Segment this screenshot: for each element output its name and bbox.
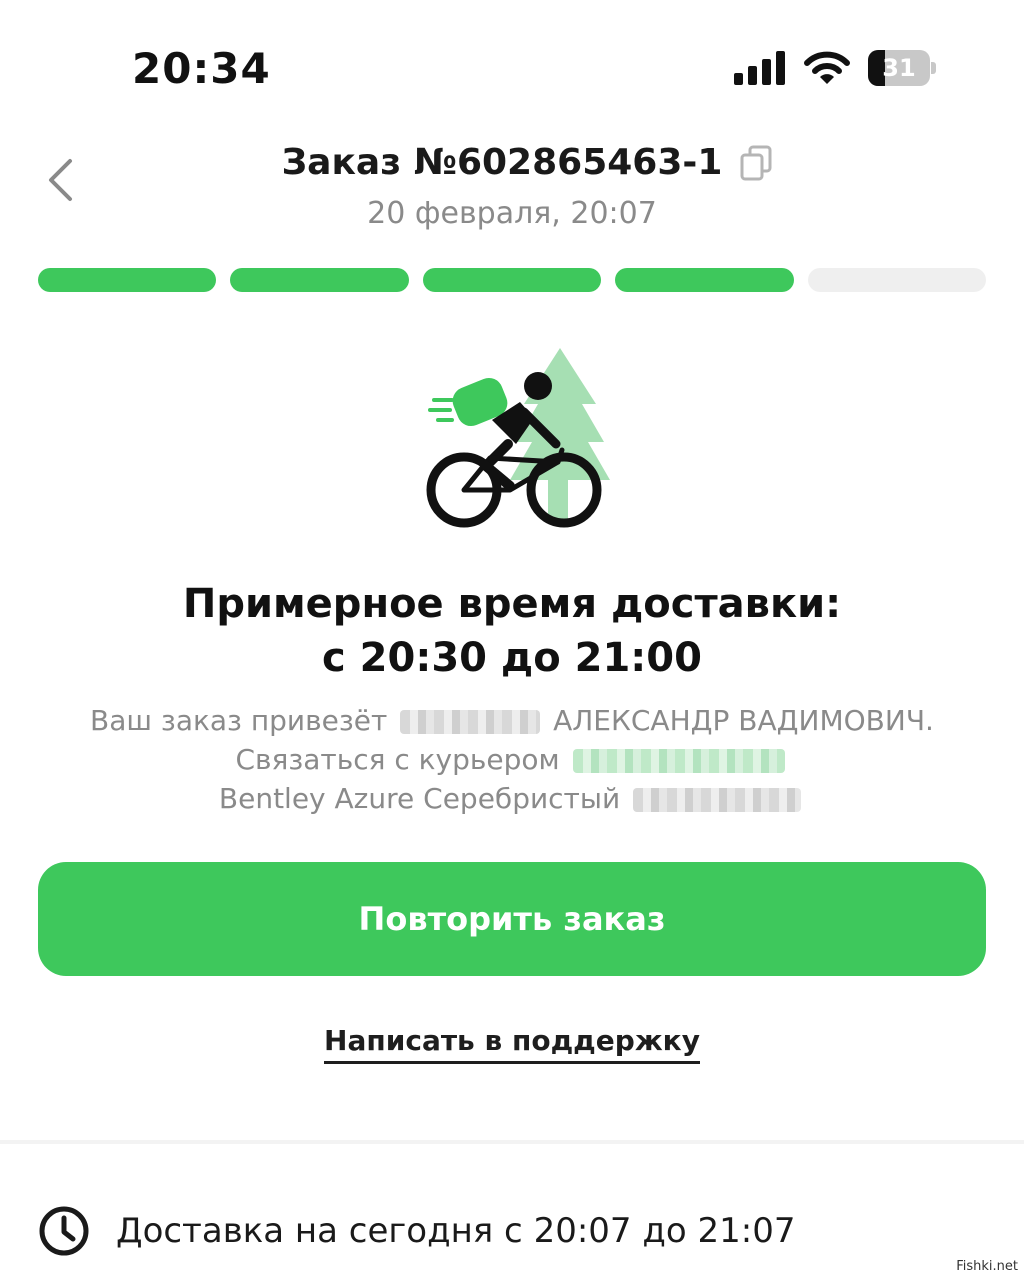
progress-step-1 — [38, 268, 217, 292]
eta-title: Примерное время доставки: — [182, 581, 842, 627]
redacted-plate — [633, 788, 802, 812]
watermark: Fishki.net — [956, 1259, 1018, 1274]
order-title: Заказ №602865463-1 — [281, 142, 723, 183]
progress-step-4 — [615, 268, 794, 292]
status-bar: 20:34 31 — [0, 0, 1024, 120]
redacted-surname — [400, 710, 541, 734]
courier-vehicle-line: Bentley Azure Серебристый — [0, 780, 1024, 818]
battery-level: 31 — [882, 54, 916, 82]
courier-name-line: Ваш заказ привезёт АЛЕКСАНДР ВАДИМОВИЧ. — [0, 702, 1024, 740]
progress-step-5 — [807, 268, 987, 292]
eta-range: с 20:30 до 21:00 — [322, 635, 702, 681]
order-progress-bar — [38, 268, 987, 292]
wifi-icon — [804, 51, 850, 84]
courier-bicycle-icon — [426, 348, 610, 528]
repeat-order-button[interactable]: Повторить заказ — [38, 862, 986, 976]
courier-name-prefix: Ваш заказ привезёт — [90, 704, 388, 737]
status-time: 20:34 — [132, 44, 271, 93]
copy-icon[interactable] — [740, 145, 772, 181]
battery-icon: 31 — [868, 50, 936, 86]
courier-vehicle: Bentley Azure Серебристый — [218, 782, 621, 815]
redacted-phone-link[interactable] — [572, 749, 785, 773]
order-header: Заказ №602865463-1 20 февраля, 20:07 — [0, 130, 1024, 240]
progress-step-3 — [422, 268, 602, 292]
section-divider — [0, 1140, 1024, 1144]
delivery-window-row: Доставка на сегодня с 20:07 до 21:07 — [38, 1206, 988, 1256]
support-link[interactable]: Написать в поддержку — [324, 1024, 700, 1064]
courier-name: АЛЕКСАНДР ВАДИМОВИЧ. — [553, 704, 934, 737]
support-link-row: Написать в поддержку — [0, 1024, 1024, 1064]
status-icons: 31 — [734, 50, 936, 86]
signal-icon — [734, 51, 785, 85]
courier-contact-line: Связаться с курьером — [0, 741, 1024, 779]
delivery-window-text: Доставка на сегодня с 20:07 до 21:07 — [116, 1211, 796, 1251]
courier-contact-prefix: Связаться с курьером — [235, 743, 560, 776]
order-date: 20 февраля, 20:07 — [367, 196, 657, 231]
order-title-row: Заказ №602865463-1 — [0, 142, 1024, 183]
clock-icon — [39, 1206, 89, 1256]
progress-step-2 — [230, 268, 409, 292]
